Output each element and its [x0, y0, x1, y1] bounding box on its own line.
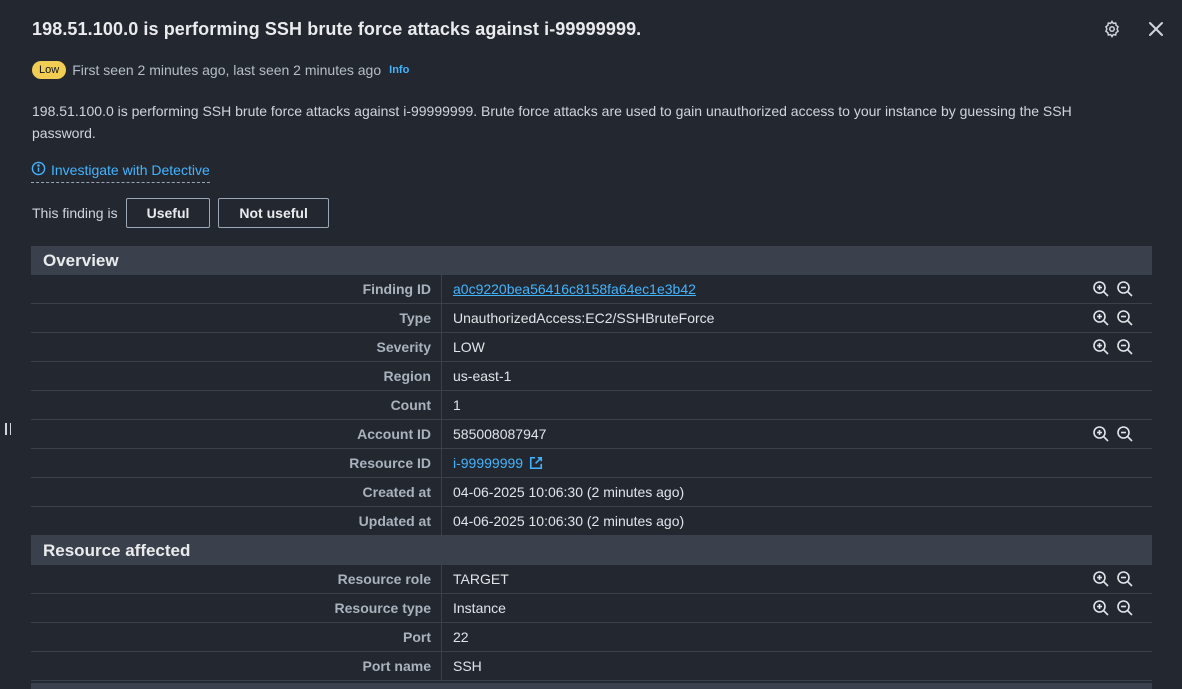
zoom-in-icon[interactable] [1092, 599, 1110, 617]
filter-actions [1092, 599, 1152, 617]
row-label: Finding ID [31, 275, 442, 303]
filter-actions [1092, 338, 1152, 356]
table-row: Account ID 585008087947 [31, 420, 1152, 449]
finding-id-value[interactable]: a0c9220bea56416c8158fa64ec1e3b42 [442, 281, 1092, 297]
row-label: Account ID [31, 420, 442, 448]
row-label: Resource role [31, 565, 442, 593]
settings-gear-icon[interactable] [1100, 17, 1124, 41]
close-icon[interactable] [1144, 17, 1168, 41]
filter-actions [1092, 309, 1152, 327]
row-label: Resource type [31, 594, 442, 622]
finding-title: 198.51.100.0 is performing SSH brute for… [32, 19, 642, 39]
filter-actions [1092, 425, 1152, 443]
row-label: Port name [31, 652, 442, 680]
filter-actions [1092, 280, 1152, 298]
investigate-label: Investigate with Detective [51, 162, 210, 178]
row-value: 1 [453, 397, 461, 413]
header-actions [1100, 17, 1168, 41]
table-row: Finding ID a0c9220bea56416c8158fa64ec1e3… [31, 275, 1152, 304]
table-row: Port name SSH [31, 652, 1152, 681]
finding-id-link[interactable]: a0c9220bea56416c8158fa64ec1e3b42 [453, 281, 696, 297]
row-value: Instance [453, 600, 506, 616]
useful-button[interactable]: Useful [125, 198, 211, 228]
next-section-header-edge [31, 683, 1152, 689]
row-value: 04-06-2025 10:06:30 (2 minutes ago) [453, 513, 685, 529]
table-row: Count 1 [31, 391, 1152, 420]
table-row: Resource ID i-99999999 [31, 449, 1152, 478]
row-value: LOW [453, 339, 485, 355]
zoom-out-icon[interactable] [1116, 338, 1134, 356]
zoom-out-icon[interactable] [1116, 309, 1134, 327]
row-label: Type [31, 304, 442, 332]
zoom-in-icon[interactable] [1092, 425, 1110, 443]
resource-id-value[interactable]: i-99999999 [442, 455, 1092, 471]
table-row: Type UnauthorizedAccess:EC2/SSHBruteForc… [31, 304, 1152, 333]
seen-text: First seen 2 minutes ago, last seen 2 mi… [72, 62, 382, 78]
row-value: SSH [453, 658, 482, 674]
row-label: Region [31, 362, 442, 390]
row-value: 04-06-2025 10:06:30 (2 minutes ago) [453, 484, 685, 500]
table-row: Region us-east-1 [31, 362, 1152, 391]
info-link[interactable]: Info [389, 64, 409, 76]
zoom-out-icon[interactable] [1116, 570, 1134, 588]
zoom-in-icon[interactable] [1092, 309, 1110, 327]
info-circle-icon [31, 161, 46, 179]
table-row: Port 22 [31, 623, 1152, 652]
table-row: Updated at 04-06-2025 10:06:30 (2 minute… [31, 507, 1152, 536]
zoom-in-icon[interactable] [1092, 280, 1110, 298]
overview-section-header: Overview [31, 246, 1152, 275]
table-row: Resource role TARGET [31, 565, 1152, 594]
zoom-in-icon[interactable] [1092, 570, 1110, 588]
row-label: Severity [31, 333, 442, 361]
resource-id-link[interactable]: i-99999999 [453, 455, 523, 471]
details-table: Overview Finding ID a0c9220bea56416c8158… [31, 246, 1152, 681]
row-label: Resource ID [31, 449, 442, 477]
feedback-row: This finding is Useful Not useful [32, 198, 329, 228]
finding-details-panel: 198.51.100.0 is performing SSH brute for… [0, 0, 1182, 689]
zoom-out-icon[interactable] [1116, 425, 1134, 443]
row-label: Count [31, 391, 442, 419]
not-useful-button[interactable]: Not useful [218, 198, 329, 228]
row-label: Port [31, 623, 442, 651]
row-value: 22 [453, 629, 469, 645]
feedback-prompt: This finding is [32, 205, 118, 221]
row-value: UnauthorizedAccess:EC2/SSHBruteForce [453, 310, 715, 326]
finding-description: 198.51.100.0 is performing SSH brute for… [32, 103, 1072, 141]
zoom-out-icon[interactable] [1116, 280, 1134, 298]
panel-resize-handle[interactable] [5, 423, 15, 437]
table-row: Created at 04-06-2025 10:06:30 (2 minute… [31, 478, 1152, 507]
table-row: Resource type Instance [31, 594, 1152, 623]
filter-actions [1092, 570, 1152, 588]
row-value: us-east-1 [453, 368, 512, 384]
row-value: TARGET [453, 571, 509, 587]
table-row: Severity LOW [31, 333, 1152, 362]
finding-meta: Low First seen 2 minutes ago, last seen … [32, 61, 409, 79]
external-link-icon[interactable] [529, 456, 543, 470]
severity-badge: Low [32, 61, 67, 79]
row-label: Updated at [31, 507, 442, 535]
investigate-with-detective-link[interactable]: Investigate with Detective [31, 161, 210, 183]
zoom-in-icon[interactable] [1092, 338, 1110, 356]
zoom-out-icon[interactable] [1116, 599, 1134, 617]
resource-affected-section-header: Resource affected [31, 536, 1152, 565]
row-value: 585008087947 [453, 426, 547, 442]
row-label: Created at [31, 478, 442, 506]
